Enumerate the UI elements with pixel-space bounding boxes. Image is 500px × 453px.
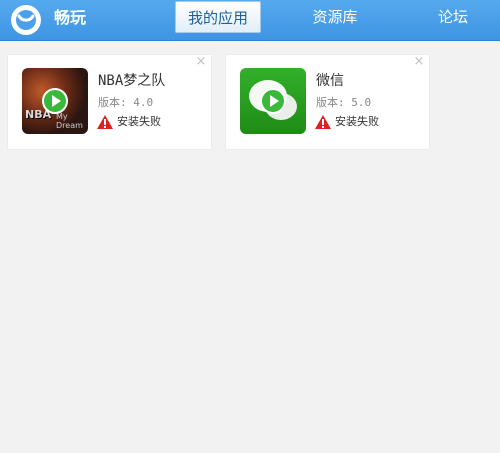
nba-game-icon[interactable]: NBA My Dream	[22, 68, 88, 134]
app-card-wechat[interactable]: × 微信 版本: 5.0 安装失败	[226, 55, 429, 149]
tab-resource-library[interactable]: 资源库	[300, 1, 370, 33]
top-bar: 畅玩 我的应用 资源库 论坛	[0, 0, 500, 41]
app-name: 畅玩	[54, 8, 87, 27]
app-title: NBA梦之队	[98, 73, 166, 89]
play-icon[interactable]	[42, 88, 68, 114]
status-text: 安装失败	[335, 115, 379, 128]
wechat-icon[interactable]	[240, 68, 306, 134]
warning-icon	[97, 115, 113, 129]
warning-icon	[315, 115, 331, 129]
tab-forum[interactable]: 论坛	[425, 1, 481, 33]
app-version: 版本: 4.0	[98, 96, 154, 109]
close-icon[interactable]: ×	[195, 55, 207, 69]
tab-my-apps[interactable]: 我的应用	[175, 1, 261, 33]
app-card-nba[interactable]: × NBA My Dream NBA梦之队 版本: 4.0 安装失败	[8, 55, 211, 149]
app-title: 微信	[316, 73, 344, 89]
app-logo-icon[interactable]	[10, 4, 42, 36]
play-icon[interactable]	[260, 88, 286, 114]
app-version: 版本: 5.0	[316, 96, 372, 109]
close-icon[interactable]: ×	[413, 55, 425, 69]
status-text: 安装失败	[117, 115, 161, 128]
nba-sub-text: My Dream	[56, 112, 83, 130]
